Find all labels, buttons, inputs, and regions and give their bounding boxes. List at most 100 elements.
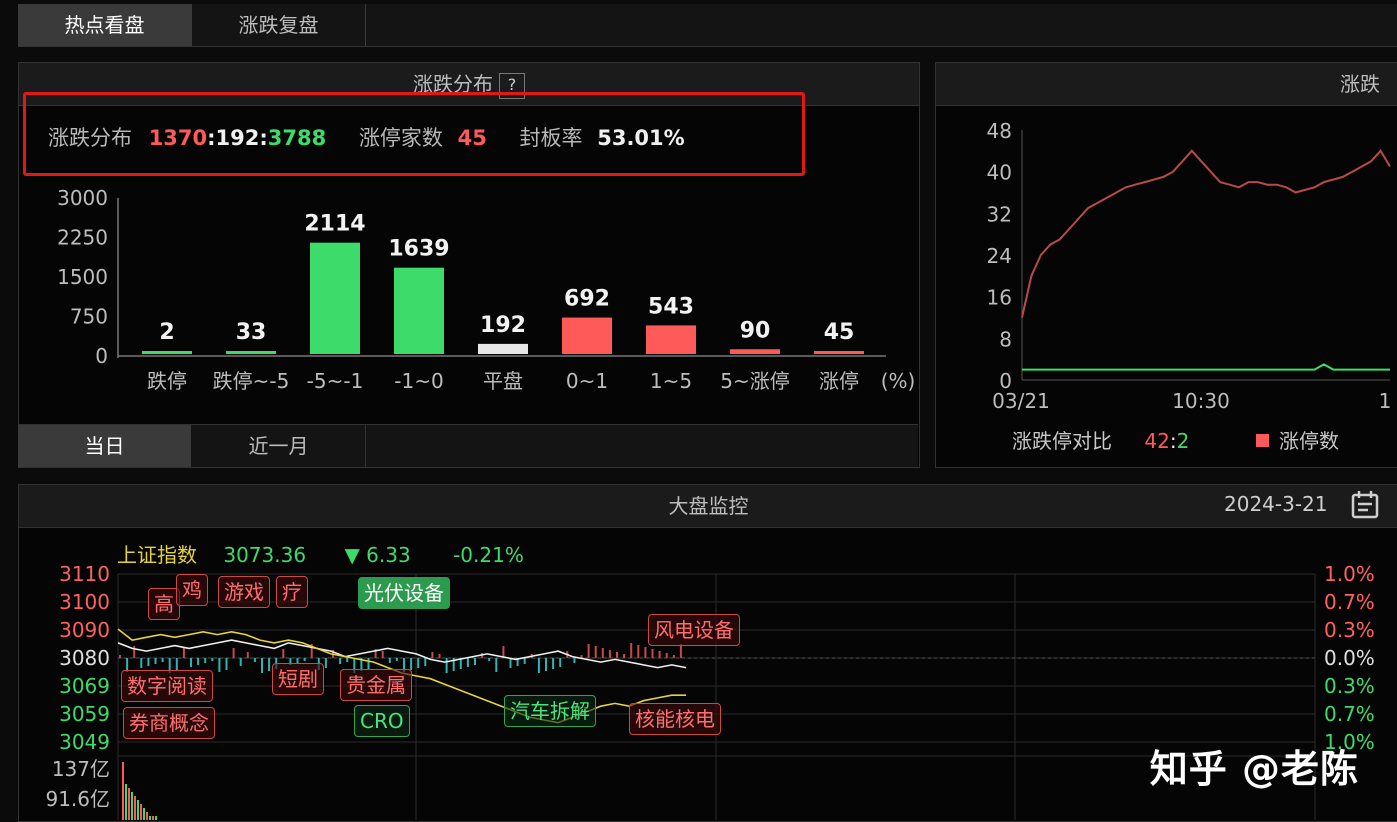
- tab-review[interactable]: 涨跌复盘: [192, 4, 366, 46]
- price-tick-label: 3049: [59, 730, 110, 754]
- sector-tag[interactable]: 券商概念: [123, 707, 215, 739]
- category-label: 0~1: [566, 369, 608, 393]
- bar-6: [646, 325, 696, 354]
- compare-up: 42: [1144, 429, 1170, 453]
- volume-bar: [155, 816, 157, 820]
- limit-trend-header: 涨跌: [936, 63, 1397, 106]
- volume-bar: [152, 816, 154, 820]
- subtab-month[interactable]: 近一月: [192, 425, 366, 467]
- pct-tick-label: 0.0%: [1324, 646, 1375, 670]
- y-tick-label: 2250: [57, 226, 108, 250]
- compare-label: 涨跌停对比: [1012, 429, 1112, 453]
- volume-tick-label: 137亿: [52, 757, 110, 781]
- bar-4: [478, 343, 528, 354]
- limit-trend-title: 涨跌: [1340, 72, 1380, 96]
- bar-0: [142, 351, 192, 354]
- volume-bar: [146, 812, 148, 820]
- sector-tag[interactable]: CRO: [354, 705, 410, 737]
- volume-bar: [140, 804, 142, 820]
- bar-3: [394, 267, 444, 354]
- bar-value-label: 45: [824, 320, 855, 345]
- sector-tag[interactable]: 核能核电: [629, 703, 721, 735]
- sector-tag[interactable]: 数字阅读: [121, 670, 213, 702]
- volume-bar: [125, 784, 127, 820]
- index-series-0: [117, 639, 687, 669]
- y-tick-label: 1500: [57, 265, 108, 289]
- compare-sep: :: [1169, 429, 1177, 453]
- y-tick-label: 0: [95, 344, 108, 368]
- category-label: 1~5: [650, 369, 692, 393]
- category-label: 5~涨停: [720, 369, 789, 393]
- bar-8: [814, 351, 864, 354]
- bar-value-label: 90: [740, 318, 771, 343]
- bar-value-label: 692: [564, 287, 610, 312]
- x-tick-label: 10:30: [1172, 389, 1230, 413]
- tab-hot[interactable]: 热点看盘: [18, 4, 192, 46]
- y-tick-label: 16: [987, 286, 1012, 310]
- pct-tick-label: 0.7%: [1324, 590, 1375, 614]
- limit-compare: 涨跌停对比 42:2 涨停数: [1012, 425, 1339, 454]
- volume-bar: [131, 792, 133, 820]
- category-label: 平盘: [483, 369, 523, 393]
- sector-tag[interactable]: 汽车拆解: [504, 695, 596, 727]
- bar-5: [562, 317, 612, 354]
- highlight-box: [23, 92, 805, 176]
- category-label: -1~0: [394, 369, 443, 393]
- bar-2: [310, 242, 360, 354]
- volume-bar: [149, 816, 151, 820]
- bar-7: [730, 349, 780, 354]
- legend-swatch: [1255, 434, 1269, 447]
- bar-value-label: 2114: [304, 212, 365, 237]
- pct-tick-label: 0.7%: [1324, 702, 1375, 726]
- calendar-icon[interactable]: [1349, 489, 1381, 521]
- bar-value-label: 33: [236, 320, 267, 345]
- watermark: 知乎 @老陈: [1149, 747, 1359, 791]
- sector-tag[interactable]: 风电设备: [648, 614, 740, 646]
- unit-label: (%): [881, 369, 916, 393]
- category-label: 跌停~-5: [213, 369, 290, 393]
- bar-value-label: 1639: [388, 237, 449, 262]
- y-tick-label: 40: [987, 161, 1012, 185]
- sector-tag[interactable]: 游戏: [218, 576, 270, 608]
- sector-tag[interactable]: 疗: [276, 576, 308, 608]
- volume-bar: [134, 796, 136, 820]
- category-label: 跌停: [147, 369, 187, 393]
- trend-series-0: [1021, 149, 1391, 318]
- bar-1: [226, 351, 276, 354]
- price-tick-label: 3059: [59, 702, 110, 726]
- sector-tag[interactable]: 贵金属: [340, 669, 412, 701]
- y-tick-label: 32: [987, 202, 1012, 226]
- distribution-bar-chart: 3000 2250 1500 750 0 2 跌停 33 跌停~-5 2114 -5~-1 1639 -…: [57, 186, 916, 393]
- subtab-today[interactable]: 当日: [18, 425, 191, 467]
- sector-tag[interactable]: 短剧: [272, 663, 324, 695]
- distribution-subtabs: 当日 近一月: [18, 424, 918, 467]
- x-tick-label: 1: [1379, 389, 1392, 413]
- bar-value-label: 2: [159, 320, 174, 345]
- pct-tick-label: 1.0%: [1324, 562, 1375, 586]
- sector-tag[interactable]: 鸡: [176, 574, 208, 606]
- y-tick-label: 3000: [57, 186, 108, 210]
- market-monitor-header: 大盘监控: [19, 485, 1397, 528]
- price-tick-label: 3100: [59, 590, 110, 614]
- top-tab-bar: 热点看盘 涨跌复盘: [18, 4, 1397, 47]
- bar-value-label: 192: [480, 313, 526, 338]
- volume-tick-label: 91.6亿: [45, 787, 110, 811]
- volume-bar: [143, 808, 145, 820]
- bar-value-label: 543: [648, 294, 694, 319]
- y-tick-label: 750: [70, 305, 108, 329]
- y-tick-label: 48: [987, 119, 1012, 143]
- sector-tag[interactable]: 光伏设备: [358, 577, 450, 609]
- monitor-date: 2024-3-21: [1224, 492, 1328, 516]
- compare-down: 2: [1176, 429, 1190, 453]
- limit-trend-chart: 48403224168003/21 10:30 1: [987, 119, 1392, 413]
- pct-tick-label: 0.3%: [1324, 674, 1375, 698]
- price-tick-label: 3110: [59, 562, 110, 586]
- y-tick-label: 8: [999, 327, 1012, 351]
- volume-bar: [122, 762, 124, 820]
- category-label: -5~-1: [307, 369, 364, 393]
- legend-label: 涨停数: [1279, 429, 1340, 453]
- price-tick-label: 3080: [59, 646, 110, 670]
- x-tick-label: 03/21: [992, 389, 1050, 413]
- price-tick-label: 3090: [59, 618, 110, 642]
- monitor-title: 大盘监控: [668, 494, 749, 518]
